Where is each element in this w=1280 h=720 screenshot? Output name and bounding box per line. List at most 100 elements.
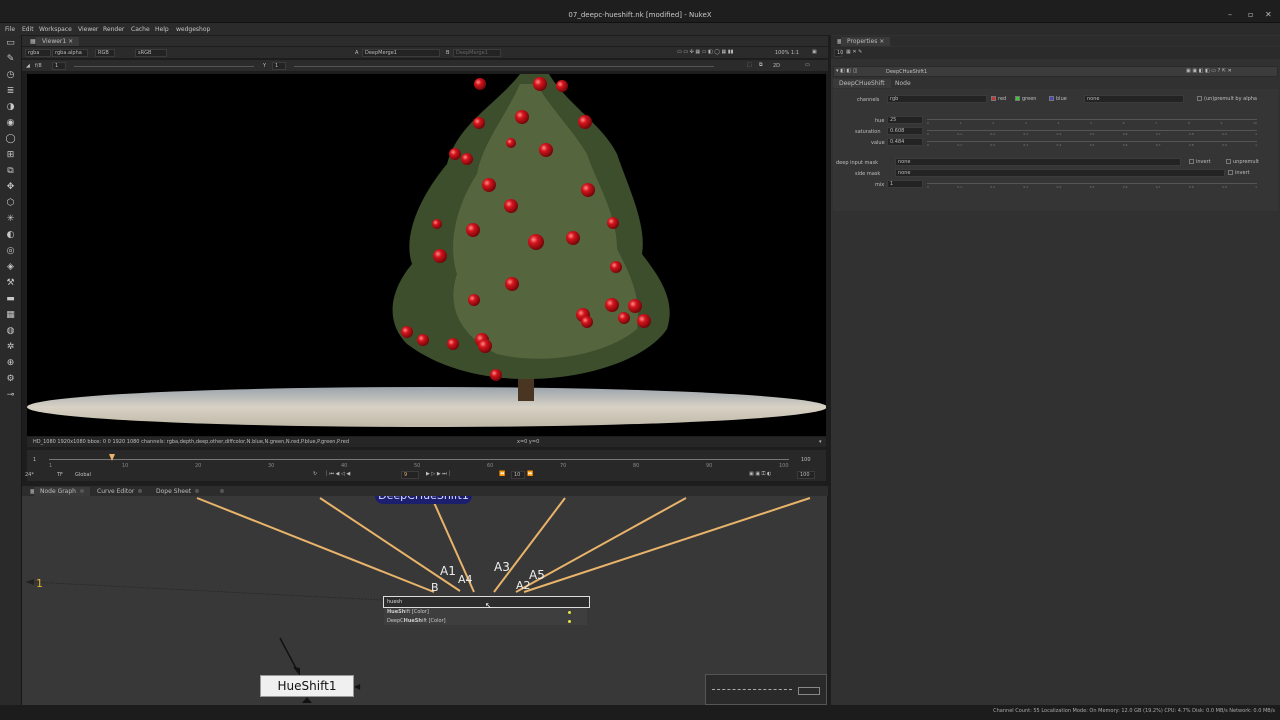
alpha-channel-dropdown[interactable]: rgba.alpha (52, 49, 88, 57)
end-frame-field[interactable]: 100 (797, 471, 815, 479)
transform-tool-icon[interactable]: ✥ (4, 182, 17, 193)
viewer-canvas[interactable] (27, 74, 826, 436)
ocula-tool-icon[interactable]: ◍ (4, 326, 17, 337)
panel-header-icons[interactable]: ▾ ◧ ◧ ◫ (836, 68, 857, 74)
keyer-tool-icon[interactable]: ◯ (4, 134, 17, 145)
proxy-icon[interactable]: ⧉ (759, 62, 763, 68)
gamma-slider[interactable] (294, 66, 714, 67)
channel-tool-icon[interactable]: ≣ (4, 86, 17, 97)
result-hueshift[interactable]: HueShift [Color] (387, 609, 429, 615)
tab-properties[interactable]: Properties × (841, 37, 891, 46)
tab-viewer[interactable]: Viewer1 × (36, 37, 80, 46)
unpremult-checkbox[interactable]: unpremult (1226, 159, 1259, 165)
toolsets-tool-icon[interactable]: ⚒ (4, 278, 17, 289)
tab-node-graph[interactable]: Node Graph (34, 487, 90, 496)
hueshift-node[interactable]: HueShift1 (260, 675, 354, 697)
channels-dropdown-prop[interactable]: rgb (887, 95, 987, 103)
loop-icon[interactable]: ↻ (313, 471, 317, 477)
menu-wedgeshop[interactable]: wedgeshop (176, 26, 210, 33)
channel4-dropdown[interactable]: none (1084, 95, 1184, 103)
draw-tool-icon[interactable]: ✎ (4, 54, 17, 65)
display-dropdown[interactable]: RGB (95, 49, 115, 57)
saturation-field[interactable]: 0.608 (887, 127, 923, 135)
deepchueshift-node[interactable]: DeepCHueShift1 (375, 496, 472, 504)
scripts-tool-icon[interactable]: ⊸ (4, 390, 17, 401)
node-graph-minimap[interactable] (705, 674, 827, 705)
merge-tool-icon[interactable]: ⊞ (4, 150, 17, 161)
menu-file[interactable]: File (5, 26, 15, 33)
gain-field[interactable]: 1 (52, 62, 66, 70)
increment-field[interactable]: 10 (511, 471, 525, 479)
filter-tool-icon[interactable]: ◉ (4, 118, 17, 129)
deep-mask-dropdown[interactable]: none (895, 158, 1181, 166)
node-graph-canvas[interactable]: DeepCHueShift1 A1 A4 A3 A5 B A2 1 huesh … (22, 496, 827, 705)
menu-edit[interactable]: Edit (22, 26, 34, 33)
colorspace-dropdown[interactable]: sRGB (135, 49, 167, 57)
panel-header-right-icons[interactable]: ▣ ▣ ◧ ◧ ▭ ? ⇱ ✕ (1186, 68, 1232, 74)
flipbook-icons[interactable]: ▣ ▣ ⚿ ◐ (749, 471, 771, 477)
deep-tool-icon[interactable]: ◐ (4, 230, 17, 241)
tab-dope-sheet[interactable]: Dope Sheet (150, 487, 205, 496)
roi-icon[interactable]: ⬚ (747, 62, 752, 68)
viewer-icons[interactable]: ▭ ▭ ✣ ▦ ▭ ◧ ◯ ▦ ▮▮ (677, 49, 733, 55)
minimize-icon[interactable]: – (1228, 10, 1232, 19)
node-name-field[interactable]: DeepCHueShift1 (886, 69, 927, 75)
settings-tool-icon[interactable]: ⚙ (4, 374, 17, 385)
tab-deepchueshift[interactable]: DeepCHueShift (833, 79, 891, 88)
transport-buttons[interactable]: ⏐ ⏮ ◀ ◁ ◀ (325, 471, 350, 477)
maximize-icon[interactable]: ▫ (1248, 10, 1253, 19)
view-mode[interactable]: 2D (773, 63, 780, 69)
globe-tool-icon[interactable]: ⊕ (4, 358, 17, 369)
tab-curve-editor[interactable]: Curve Editor (91, 487, 148, 496)
unpremult-alpha-checkbox[interactable]: (un)premult by alpha (1197, 96, 1257, 102)
play-buttons[interactable]: ▶ ▷ ▶ ⏭ ⏐ (426, 471, 451, 477)
value-slider[interactable]: 0 0.1 0.2 0.3 0.4 0.5 0.6 0.7 0.8 0.9 1 (927, 138, 1257, 150)
result-deepchueshift[interactable]: DeepCHueShift [Color] (387, 618, 446, 624)
close-icon[interactable]: ✕ (1265, 10, 1272, 19)
green-checkbox[interactable]: green (1015, 96, 1036, 102)
input-b-dropdown[interactable]: DeepMerge1 (453, 49, 501, 57)
fps-field[interactable]: 24* (25, 472, 34, 478)
timeline-ruler[interactable] (49, 459, 789, 460)
add-tab-icon[interactable] (210, 487, 230, 496)
value-field[interactable]: 0.484 (887, 138, 923, 146)
image-tool-icon[interactable]: ▭ (4, 38, 17, 49)
input-a-dropdown[interactable]: DeepMerge1 (362, 49, 440, 57)
menu-viewer[interactable]: Viewer (78, 26, 98, 33)
side-invert-checkbox[interactable]: invert (1228, 170, 1250, 176)
viewer-lock-icon[interactable]: ▭ (805, 62, 810, 68)
side-mask-dropdown[interactable]: none (895, 169, 1225, 177)
skip-icon[interactable]: ⏪ (499, 471, 505, 477)
channels-dropdown[interactable]: rgba (25, 49, 51, 57)
props-toolbar-icons[interactable]: ▦ ✕ ✎ (846, 49, 862, 55)
timeline[interactable]: 1 1 10 20 30 40 50 60 70 80 90 100 100 (27, 450, 826, 470)
furnace-tool-icon[interactable]: ▦ (4, 310, 17, 321)
gamma-field[interactable]: 1 (272, 62, 286, 70)
3d-tool-icon[interactable]: ⬡ (4, 198, 17, 209)
zoom-readout[interactable]: 100% 1:1 (775, 50, 799, 56)
hue-field[interactable]: 25 (887, 116, 923, 124)
scope-dropdown[interactable]: Global (75, 472, 91, 478)
layers-tool-icon[interactable]: ⧉ (4, 166, 17, 177)
other-tool-icon[interactable]: ▬ (4, 294, 17, 305)
views-tool-icon[interactable]: ◎ (4, 246, 17, 257)
particles-tool-icon[interactable]: ✳ (4, 214, 17, 225)
info-collapse-icon[interactable]: ▾ (819, 439, 822, 445)
viewer-settings-icon[interactable]: ▣ (812, 49, 817, 55)
tf-dropdown[interactable]: TF (57, 472, 63, 478)
gain-icon[interactable]: ◢ (26, 63, 30, 69)
time-tool-icon[interactable]: ◷ (4, 70, 17, 81)
current-frame[interactable]: 9 (401, 471, 419, 479)
blue-checkbox[interactable]: blue (1049, 96, 1067, 102)
red-checkbox[interactable]: red (991, 96, 1006, 102)
skip-forward-icon[interactable]: ⏩ (527, 471, 533, 477)
deep-invert-checkbox[interactable]: invert (1189, 159, 1211, 165)
menu-workspace[interactable]: Workspace (39, 26, 72, 33)
gain-fstop[interactable]: f/8 (35, 63, 42, 69)
tab-node[interactable]: Node (889, 79, 917, 88)
menu-cache[interactable]: Cache (131, 26, 150, 33)
gain-slider[interactable] (74, 66, 254, 67)
mix-slider[interactable]: 0 0.1 0.2 0.3 0.4 0.5 0.6 0.7 0.8 0.9 1 (927, 180, 1257, 192)
max-panels-field[interactable]: 10 (834, 49, 843, 57)
cara-tool-icon[interactable]: ✲ (4, 342, 17, 353)
